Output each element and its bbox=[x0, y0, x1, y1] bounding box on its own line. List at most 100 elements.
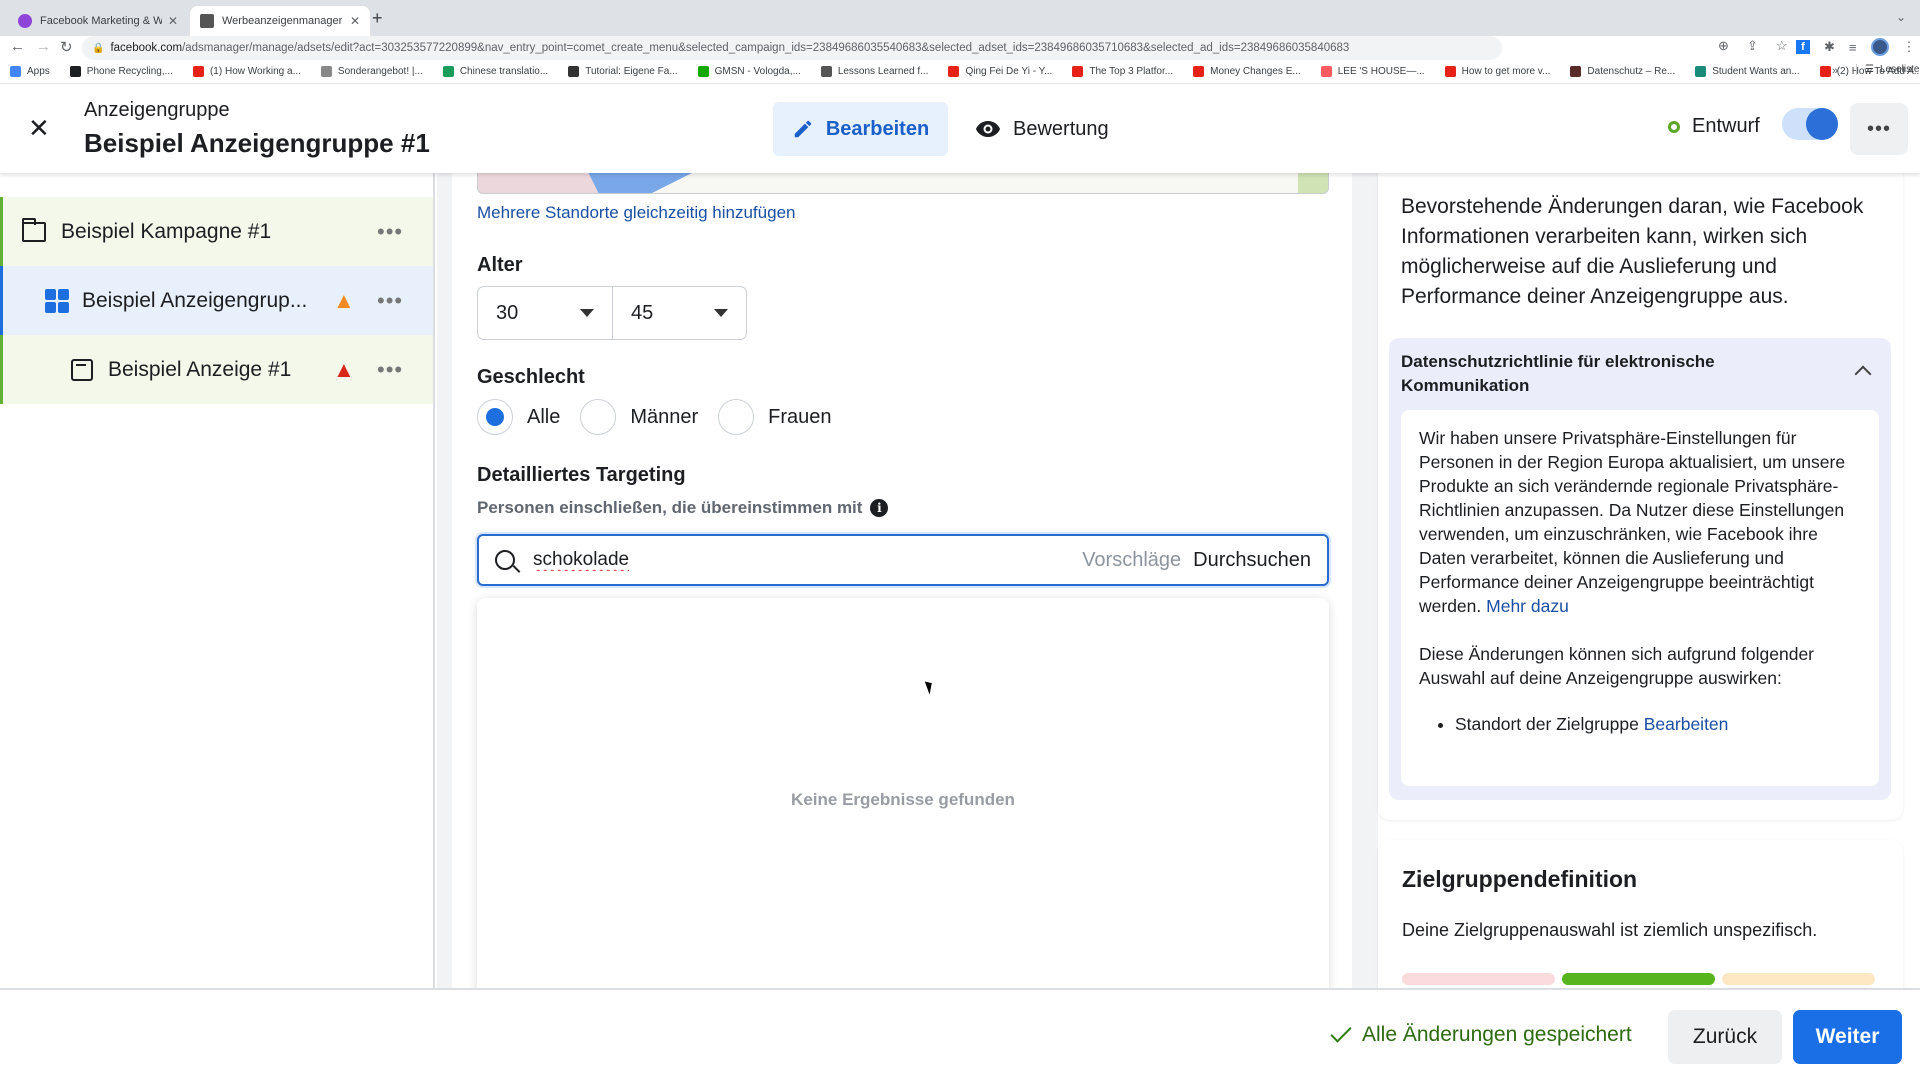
close-tab-icon[interactable]: ✕ bbox=[168, 14, 178, 28]
gender-radio-male[interactable]: Männer bbox=[580, 399, 698, 435]
bookmark-label: How to get more v... bbox=[1461, 66, 1551, 77]
reload-icon[interactable]: ↻ bbox=[60, 38, 73, 56]
review-mode-button[interactable]: Bewertung bbox=[975, 102, 1109, 156]
pencil-icon bbox=[794, 120, 812, 138]
forward-arrow-icon[interactable]: → bbox=[36, 38, 51, 55]
eye-icon bbox=[976, 121, 1000, 137]
bookmark-item[interactable]: Apps bbox=[10, 66, 50, 77]
tree-item-more-icon[interactable]: ••• bbox=[377, 288, 403, 314]
zoom-icon[interactable]: ⊕ bbox=[1718, 38, 1729, 54]
tree-item-more-icon[interactable]: ••• bbox=[377, 357, 403, 383]
bookmark-item[interactable]: How to get more v... bbox=[1444, 66, 1551, 77]
media-control-icon[interactable]: ≡ bbox=[1849, 40, 1857, 55]
bookmark-item[interactable]: GMSN - Vologda,... bbox=[697, 66, 801, 77]
age-min-value: 30 bbox=[496, 301, 519, 324]
profile-avatar[interactable] bbox=[1870, 38, 1889, 56]
gender-radio-group: Alle Männer Frauen bbox=[477, 399, 852, 435]
bookmark-item[interactable]: Tutorial: Eigene Fa... bbox=[568, 66, 678, 77]
gender-radio-female[interactable]: Frauen bbox=[718, 399, 832, 435]
bookmark-favicon-icon bbox=[1072, 66, 1084, 77]
info-icon[interactable]: i bbox=[870, 499, 889, 517]
facebook-extension-icon[interactable]: f bbox=[1796, 40, 1810, 54]
bookmark-label: Tutorial: Eigene Fa... bbox=[585, 66, 678, 77]
targeting-subtext-label: Personen einschließen, die übereinstimme… bbox=[477, 498, 863, 517]
bookmark-star-icon[interactable]: ☆ bbox=[1776, 38, 1788, 54]
accordion-body: Wir haben unsere Privatsphäre-Einstellun… bbox=[1401, 410, 1879, 786]
bookmark-item[interactable]: Qing Fei De Yi - Y... bbox=[948, 66, 1052, 77]
close-icon[interactable]: ✕ bbox=[28, 113, 50, 144]
bookmark-label: Money Changes E... bbox=[1210, 66, 1301, 77]
caret-down-icon bbox=[580, 309, 594, 317]
gender-radio-all[interactable]: Alle bbox=[477, 399, 560, 435]
bookmark-item[interactable]: Student Wants an... bbox=[1695, 66, 1800, 77]
bookmark-favicon-icon bbox=[1444, 66, 1456, 77]
url-path: /adsmanager/manage/adsets/edit?act=30325… bbox=[182, 42, 1350, 54]
error-icon: ▲ bbox=[333, 356, 355, 382]
learn-more-link[interactable]: Mehr dazu bbox=[1486, 596, 1569, 616]
bookmark-label: LEE 'S HOUSE—... bbox=[1337, 66, 1425, 77]
checkmark-icon bbox=[1330, 1021, 1352, 1043]
bookmark-item[interactable]: Phone Recycling,... bbox=[69, 66, 173, 77]
targeting-search-input[interactable] bbox=[533, 549, 1083, 571]
chevron-up-icon[interactable] bbox=[1854, 365, 1872, 383]
bookmark-favicon-icon bbox=[820, 66, 832, 77]
more-options-button[interactable]: ••• bbox=[1850, 103, 1908, 155]
more-bookmarks-button[interactable]: » bbox=[1832, 65, 1838, 77]
edit-mode-button[interactable]: Bearbeiten bbox=[773, 102, 948, 156]
suggestions-button[interactable]: Vorschläge bbox=[1082, 549, 1181, 572]
adset-toggle[interactable] bbox=[1782, 108, 1838, 140]
tree-item-label: Beispiel Kampagne #1 bbox=[61, 219, 272, 243]
folder-icon bbox=[22, 217, 46, 242]
bookmark-item[interactable]: The Top 3 Platfor... bbox=[1072, 66, 1173, 77]
new-tab-button[interactable]: + bbox=[372, 8, 383, 29]
age-max-select[interactable]: 45 bbox=[612, 287, 746, 339]
bookmark-item[interactable]: Money Changes E... bbox=[1193, 66, 1301, 77]
bookmark-item[interactable]: Sonderangebot! |... bbox=[320, 66, 423, 77]
tree-item-adset[interactable]: Beispiel Anzeigengrup... ▲ ••• bbox=[0, 266, 433, 335]
accordion-title[interactable]: Datenschutzrichtlinie für elektronische … bbox=[1401, 350, 1821, 398]
gender-heading: Geschlecht bbox=[477, 366, 585, 388]
bookmark-item[interactable]: (1) How Working a... bbox=[192, 66, 301, 77]
reading-list-label: Leseliste bbox=[1879, 64, 1920, 75]
browse-button[interactable]: Durchsuchen bbox=[1193, 549, 1311, 572]
footer-bar: Alle Änderungen gespeichert Zurück Weite… bbox=[0, 988, 1920, 1080]
bookmark-label: GMSN - Vologda,... bbox=[714, 66, 801, 77]
tree-item-campaign[interactable]: Beispiel Kampagne #1 ••• bbox=[0, 197, 433, 266]
back-arrow-icon[interactable]: ← bbox=[10, 38, 25, 55]
campaign-tree-sidebar: Beispiel Kampagne #1 ••• Beispiel Anzeig… bbox=[0, 173, 435, 990]
bookmark-item[interactable]: Lessons Learned f... bbox=[820, 66, 928, 77]
audience-definition-title: Zielgruppendefinition bbox=[1402, 866, 1638, 892]
reading-list-button[interactable]: ☰ Leseliste bbox=[1856, 64, 1919, 75]
url-field[interactable]: 🔒 facebook.com/adsmanager/manage/adsets/… bbox=[82, 36, 1502, 60]
tree-item-label: Beispiel Anzeigengrup... bbox=[82, 288, 308, 312]
bookmark-item[interactable]: Datenschutz – Re... bbox=[1570, 66, 1675, 77]
age-min-select[interactable]: 30 bbox=[478, 287, 612, 339]
meter-segment bbox=[1722, 973, 1875, 985]
edit-location-link[interactable]: Bearbeiten bbox=[1644, 714, 1729, 734]
add-multiple-locations-link[interactable]: Mehrere Standorte gleichzeitig hinzufüge… bbox=[477, 203, 795, 223]
share-icon[interactable]: ⇪ bbox=[1747, 38, 1758, 54]
browser-tab[interactable]: Facebook Marketing & Werbea ✕ bbox=[8, 6, 188, 36]
search-results-dropdown: Keine Ergebnisse gefunden bbox=[477, 598, 1329, 990]
targeting-subtext: Personen einschließen, die übereinstimme… bbox=[477, 498, 889, 518]
back-button[interactable]: Zurück bbox=[1668, 1010, 1782, 1064]
address-bar-row: ← → ↻ 🔒 facebook.com/adsmanager/manage/a… bbox=[0, 36, 1920, 60]
next-button[interactable]: Weiter bbox=[1793, 1010, 1902, 1064]
bookmarks-bar: Apps Phone Recycling,... (1) How Working a… bbox=[0, 60, 1920, 84]
tab-search-chevron-icon[interactable]: ⌄ bbox=[1896, 10, 1906, 24]
bookmark-favicon-icon bbox=[948, 66, 960, 77]
bookmark-item[interactable]: Chinese translatio... bbox=[442, 66, 548, 77]
extensions-puzzle-icon[interactable]: ✱ bbox=[1824, 39, 1835, 55]
browser-menu-icon[interactable]: ⋮ bbox=[1903, 39, 1916, 55]
status-dot-icon bbox=[1668, 120, 1680, 133]
status-label: Entwurf bbox=[1692, 115, 1760, 137]
tree-item-more-icon[interactable]: ••• bbox=[377, 219, 403, 245]
bookmark-label: Phone Recycling,... bbox=[86, 66, 173, 77]
omnibox-actions: ⊕ ⇪ ☆ bbox=[1718, 38, 1787, 54]
close-tab-icon[interactable]: ✕ bbox=[350, 14, 360, 28]
adset-header: ✕ Anzeigengruppe Beispiel Anzeigengruppe… bbox=[0, 85, 1920, 173]
bookmark-label: Qing Fei De Yi - Y... bbox=[965, 66, 1053, 77]
tree-item-ad[interactable]: Beispiel Anzeige #1 ▲ ••• bbox=[0, 335, 433, 404]
bookmark-item[interactable]: LEE 'S HOUSE—... bbox=[1320, 66, 1425, 77]
browser-tab-active[interactable]: Werbeanzeigenmanager - Wer ✕ bbox=[190, 6, 370, 36]
